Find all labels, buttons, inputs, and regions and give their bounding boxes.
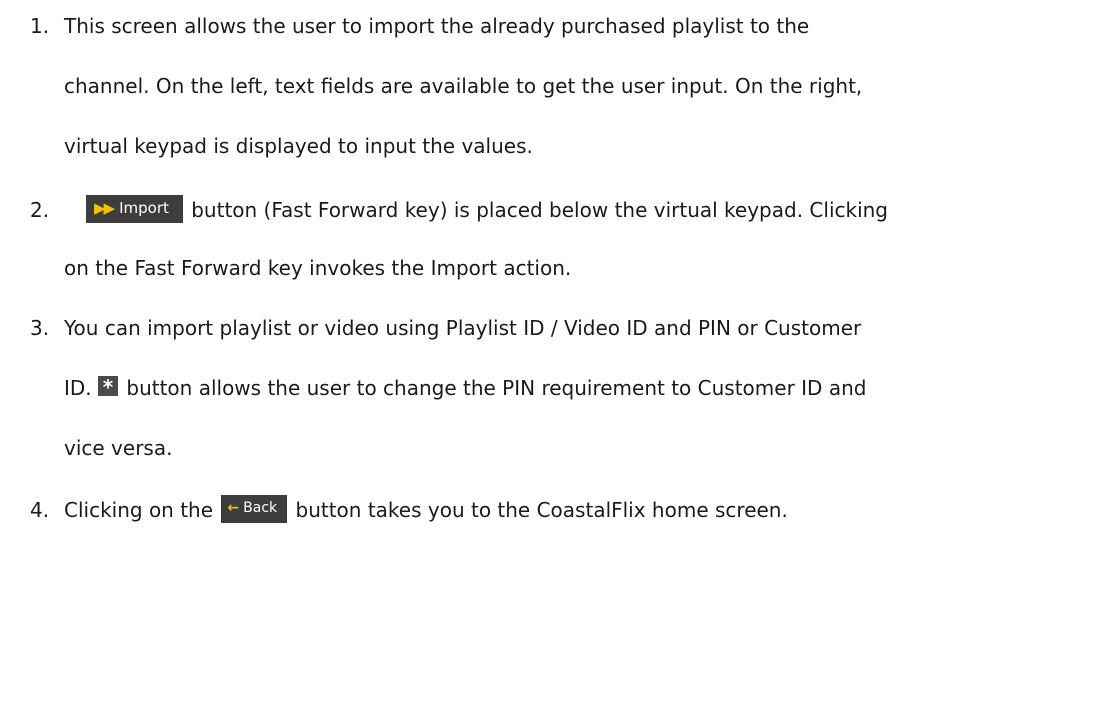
item-4-line-1: Clicking on the ← Back button takes you t… (64, 494, 788, 526)
item-2-line-1-text: button (Fast Forward key) is placed belo… (191, 198, 889, 222)
asterisk-icon: * (98, 375, 119, 398)
item-3-line-1: You can import playlist or video using P… (64, 316, 862, 340)
item-2-line-2: on the Fast Forward key invokes the Impo… (64, 256, 572, 280)
list-number: 3. (30, 316, 50, 340)
item-1-line-1: This screen allows the user to import th… (64, 14, 810, 38)
list-number: 2. (30, 198, 50, 222)
import-button-label: Import (119, 198, 169, 217)
item-4-line-text: button takes you to the CoastalFlix home… (295, 498, 788, 522)
item-1-line-3: virtual keypad is displayed to input the… (64, 134, 533, 158)
fast-forward-icon: ▶▶ (94, 198, 115, 217)
left-arrow-icon: ← (227, 499, 240, 516)
import-button-image: ▶▶ Import (86, 194, 183, 223)
item-3-line-2: ID. * button allows the user to change t… (64, 374, 866, 402)
list-number: 4. (30, 498, 50, 522)
back-button-label: Back (243, 499, 278, 516)
item-2-line-1: ▶▶ Import button (Fast Forward key) is pl… (84, 194, 889, 226)
item-3-line-3: vice versa. (64, 436, 173, 460)
list-number: 1. (30, 14, 50, 38)
item-3-line-2-text: button allows the user to change the PIN… (126, 376, 867, 400)
instruction-document: 1. This screen allows the user to import… (0, 0, 1115, 707)
back-button-image: ← Back (221, 494, 288, 523)
item-3-line-2-start: ID. (64, 376, 92, 400)
item-4-line-start: Clicking on the (64, 498, 214, 522)
item-1-line-2: channel. On the left, text fields are av… (64, 74, 863, 98)
